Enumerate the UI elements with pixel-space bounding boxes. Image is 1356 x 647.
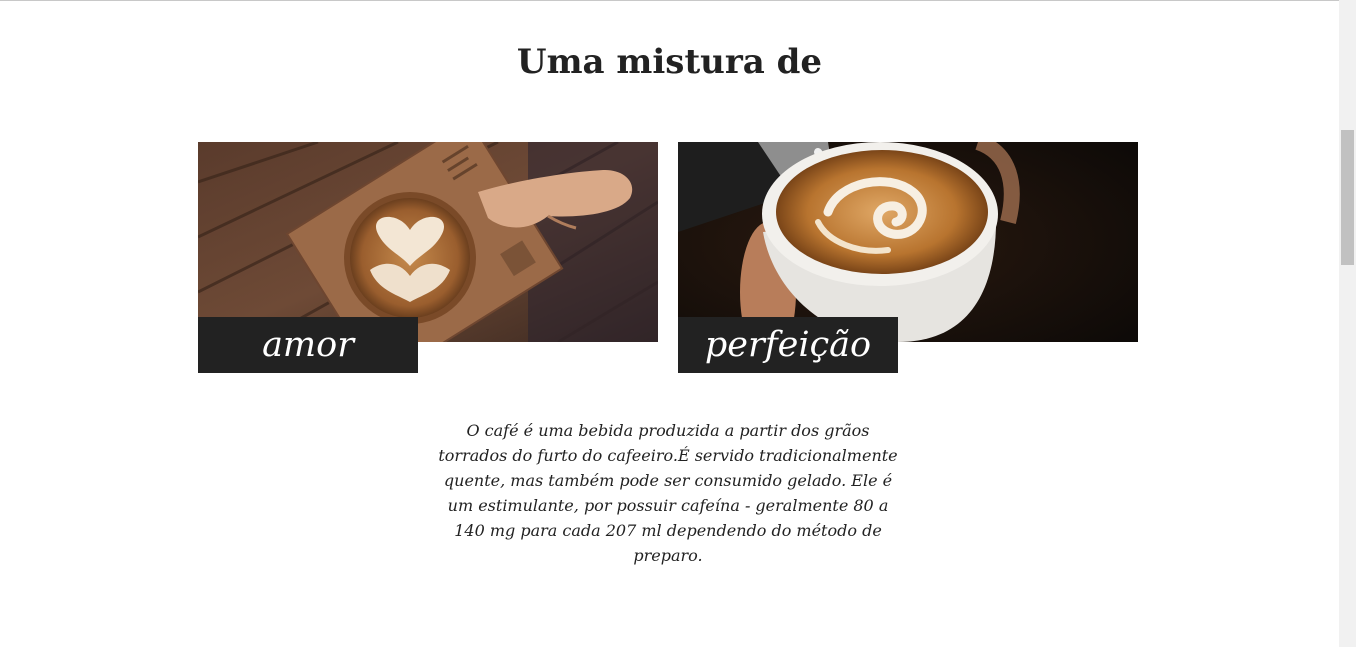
card-caption: perfeição <box>678 317 898 373</box>
page-content: Uma mistura de amor perfeição O café é u… <box>0 0 1339 647</box>
vertical-scrollbar[interactable] <box>1339 0 1356 647</box>
card-perfeicao: perfeição <box>678 142 1138 373</box>
latte-art-photo <box>198 142 658 342</box>
card-amor: amor <box>198 142 658 373</box>
cappuccino-photo <box>678 142 1138 342</box>
description-text: O café é uma bebida produzida a partir d… <box>438 421 898 565</box>
scrollbar-thumb[interactable] <box>1341 130 1354 265</box>
section-title: Uma mistura de <box>516 42 823 82</box>
card-caption: amor <box>198 317 418 373</box>
